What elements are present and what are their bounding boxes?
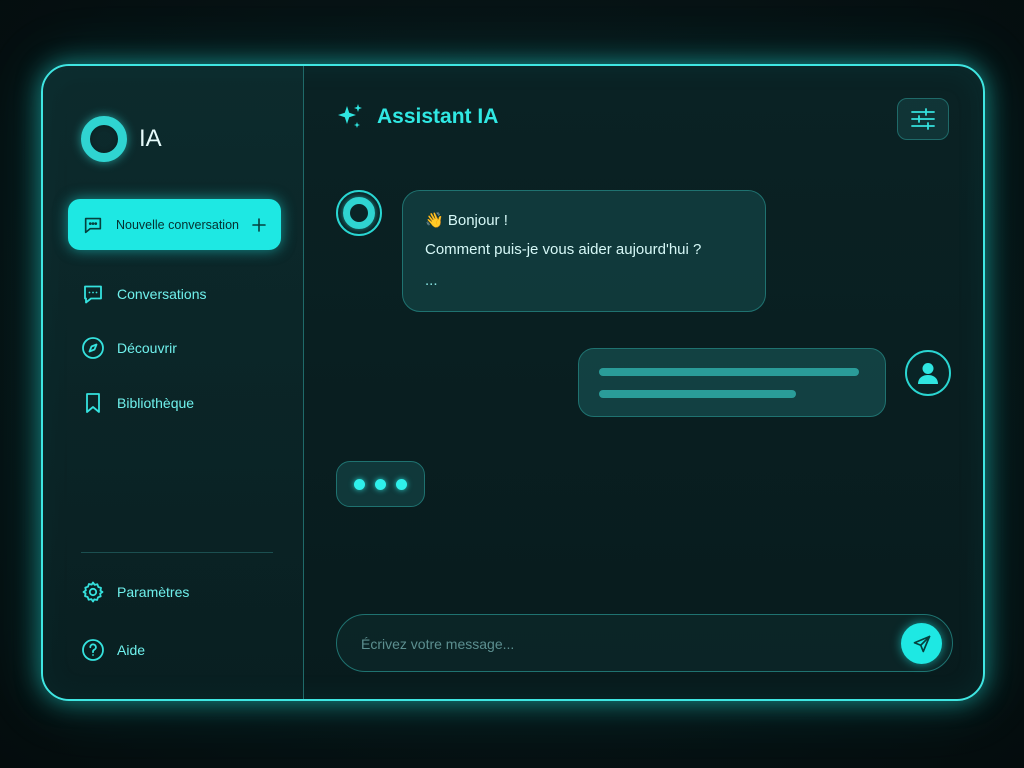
brand-name: IA xyxy=(139,125,162,152)
sidebar-item-label: Bibliothèque xyxy=(117,395,195,411)
sidebar: IA Nouvelle conversation Conversations D… xyxy=(43,66,304,699)
send-icon xyxy=(912,634,932,654)
compass-icon xyxy=(81,336,105,360)
assistant-avatar xyxy=(336,190,382,236)
message-input[interactable] xyxy=(359,615,883,673)
page-title: Assistant IA xyxy=(377,105,499,128)
sliders-icon xyxy=(910,108,936,130)
send-button[interactable] xyxy=(901,623,942,664)
bookmark-icon xyxy=(81,391,105,415)
question-circle-icon xyxy=(81,638,105,662)
chat-dots-icon xyxy=(81,282,105,306)
sidebar-item-label: Conversations xyxy=(117,286,207,302)
sidebar-item-discover[interactable]: Découvrir xyxy=(81,336,177,360)
typing-indicator xyxy=(336,461,425,507)
typing-dot xyxy=(375,478,386,490)
sidebar-divider xyxy=(81,552,273,553)
sidebar-item-settings[interactable]: Paramètres xyxy=(81,580,189,604)
sidebar-item-library[interactable]: Bibliothèque xyxy=(81,391,194,415)
chat-settings-button[interactable] xyxy=(897,98,949,140)
new-conversation-button[interactable]: Nouvelle conversation xyxy=(68,199,281,250)
assistant-question: Comment puis-je vous aider aujourd'hui ? xyxy=(425,241,702,258)
gear-icon xyxy=(81,580,105,604)
sidebar-item-help[interactable]: Aide xyxy=(81,638,145,662)
user-icon xyxy=(915,360,941,386)
chat-main: Assistant IA 👋 Bonjour ! Comment puis-je… xyxy=(305,66,983,699)
sidebar-item-label: Paramètres xyxy=(117,584,190,600)
sidebar-item-conversations[interactable]: Conversations xyxy=(81,282,207,306)
app-window: IA Nouvelle conversation Conversations D… xyxy=(41,64,985,701)
message-composer xyxy=(336,614,953,673)
typing-dot xyxy=(354,478,365,490)
plus-icon xyxy=(251,217,267,233)
user-message xyxy=(578,348,886,417)
sparkles-icon xyxy=(335,102,365,132)
text-placeholder-line xyxy=(599,368,859,376)
chat-header: Assistant IA xyxy=(335,102,498,132)
sidebar-item-label: Aide xyxy=(117,642,146,658)
sidebar-item-label: Découvrir xyxy=(117,340,177,356)
ring-logo-icon xyxy=(81,116,127,162)
assistant-greeting: 👋 Bonjour ! xyxy=(425,212,508,229)
assistant-message: 👋 Bonjour ! Comment puis-je vous aider a… xyxy=(402,190,766,312)
new-conversation-label: Nouvelle conversation xyxy=(116,217,239,232)
assistant-ellipsis: ... xyxy=(425,272,438,289)
user-avatar xyxy=(905,350,951,396)
text-placeholder-line xyxy=(599,390,796,398)
typing-dot xyxy=(396,478,407,490)
brand: IA xyxy=(81,116,162,162)
ring-logo-icon xyxy=(343,197,375,229)
chat-bubble-icon xyxy=(82,214,104,236)
